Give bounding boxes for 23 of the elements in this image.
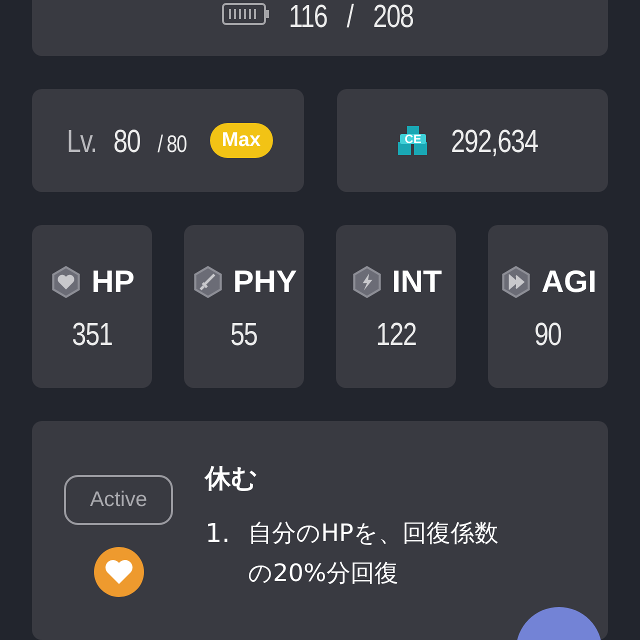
currency-amount: 292,634: [450, 124, 538, 157]
stat-label: HP: [91, 264, 135, 300]
level-current: 80: [114, 124, 140, 157]
level-prefix: Lv.: [66, 124, 96, 157]
stamina-separator: /: [346, 0, 353, 32]
active-badge: Active: [64, 475, 174, 526]
stat-label: PHY: [233, 264, 297, 300]
effect-text: 自分のHPを、回復係数の20%分回復: [248, 518, 500, 589]
stat-value: 55: [230, 318, 258, 350]
stat-label: INT: [392, 264, 442, 300]
stamina-max: 208: [372, 0, 414, 32]
stat-label: AGI: [541, 264, 597, 300]
battery-icon: [222, 3, 270, 25]
stat-value: 351: [72, 318, 112, 350]
cubes-icon: [398, 126, 427, 155]
max-badge: Max: [210, 123, 273, 158]
stat-value: 90: [534, 318, 562, 350]
stat-value: 122: [376, 318, 416, 350]
skill-name: 休む: [205, 463, 260, 496]
effect-number: 1.: [205, 518, 230, 552]
level-max: / 80: [157, 132, 186, 157]
currency-code: CE: [404, 132, 422, 146]
stamina-current: 116: [288, 0, 328, 32]
